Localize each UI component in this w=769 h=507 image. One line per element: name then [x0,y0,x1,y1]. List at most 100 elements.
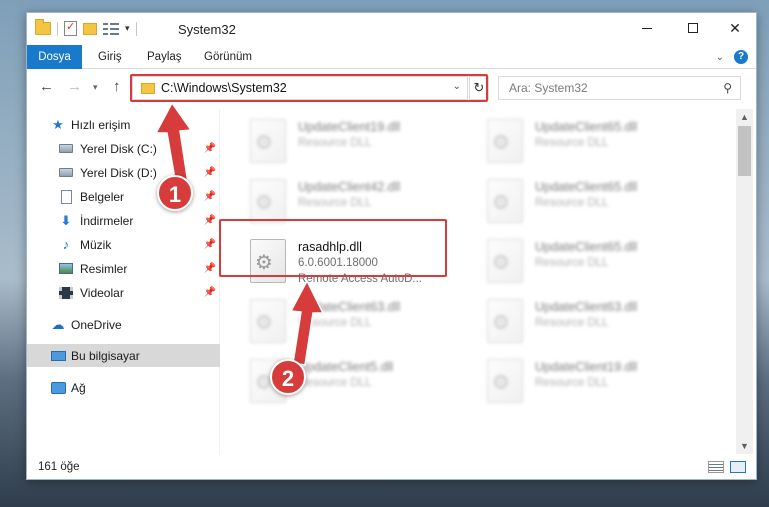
dll-file-icon [487,239,523,283]
tab-file[interactable]: Dosya [27,45,82,69]
ribbon-tabs: Dosya Giriş Paylaş Görünüm ⌄ ? [27,45,756,69]
navigation-bar: ← → ▾ ↑ C:\Windows\System32 ⌄ ↻ ⚲ [27,73,756,103]
scroll-up-icon[interactable]: ▲ [740,112,749,122]
file-item-selected[interactable]: rasadhlp.dll 6.0.6001.18000 Remote Acces… [248,235,478,289]
forward-arrow-icon[interactable]: → [67,78,82,95]
dll-file-icon [250,119,286,163]
file-name: UpdateClient42.dll [298,180,401,194]
back-arrow-icon[interactable]: ← [39,78,54,95]
details-view-icon[interactable] [708,461,724,473]
chevron-down-icon[interactable]: ⌄ [453,81,461,92]
search-icon[interactable]: ⚲ [723,81,732,95]
search-input[interactable] [499,77,699,99]
help-icon[interactable]: ? [734,50,748,64]
sidebar-item-label: OneDrive [71,317,122,332]
file-description: Resource DLL [535,197,609,209]
up-arrow-icon[interactable]: ↑ [113,78,121,95]
pin-icon[interactable]: 📌 [204,191,216,202]
sidebar-item-label: Belgeler [80,189,125,204]
properties-icon[interactable] [64,20,77,36]
address-bar[interactable]: C:\Windows\System32 ⌄ [132,76,468,100]
address-path[interactable]: C:\Windows\System32 [161,81,287,95]
file-name: UpdateClient65.dll [535,240,638,254]
sidebar-item-quick-access[interactable]: ★ Hızlı erişim [27,113,220,136]
file-name: UpdateClient19.dll [535,360,638,374]
file-name: UpdateClient63.dll [535,300,638,314]
file-description: Resource DLL [535,257,609,269]
file-description: Resource DLL [535,317,609,329]
customize-toolbar-icon[interactable]: ▾ [125,23,130,34]
file-description: Resource DLL [298,317,372,329]
tab-home[interactable]: Giriş [86,45,134,69]
scrollbar-thumb[interactable] [738,126,751,176]
pin-icon[interactable]: 📌 [204,239,216,250]
file-name: UpdateClient63.dll [298,300,401,314]
sidebar-item-local-disk-d[interactable]: Yerel Disk (D:) 📌 [27,161,220,184]
sidebar-item-this-pc[interactable]: Bu bilgisayar [27,344,220,367]
close-icon: ✕ [729,19,741,36]
item-count: 161 öğe [38,461,80,473]
sidebar-item-local-disk-c[interactable]: Yerel Disk (C:) 📌 [27,137,220,160]
sidebar-item-network[interactable]: Ağ [27,376,220,399]
sidebar-item-music[interactable]: ♪ Müzik 📌 [27,233,220,256]
navigation-pane: ★ Hızlı erişim Yerel Disk (C:) 📌 Yerel D… [27,109,220,454]
videos-icon [58,286,74,300]
drive-icon [58,166,74,180]
file-name: UpdateClient19.dll [298,120,401,134]
file-item[interactable]: UpdateClient65.dll Resource DLL [485,235,715,289]
maximize-button[interactable] [670,13,716,43]
sidebar-item-downloads[interactable]: ⬇ İndirmeler 📌 [27,209,220,232]
file-item[interactable]: UpdateClient65.dll Resource DLL [485,115,715,169]
minimize-button[interactable] [624,13,670,43]
refresh-icon: ↻ [473,80,485,95]
file-item[interactable]: UpdateClient65.dll Resource DLL [485,175,715,229]
file-item[interactable]: UpdateClient19.dll Resource DLL [485,355,715,409]
ribbon-controls: ⌄ ? [716,50,748,64]
dll-file-icon [487,119,523,163]
recent-locations-icon[interactable]: ▾ [93,82,98,93]
sidebar-item-pictures[interactable]: Resimler 📌 [27,257,220,280]
file-description: Resource DLL [535,137,609,149]
pin-icon[interactable]: 📌 [204,263,216,274]
pin-icon[interactable]: 📌 [204,287,216,298]
file-list: UpdateClient19.dll Resource DLL UpdateCl… [223,109,736,454]
folder-icon [141,83,155,94]
new-folder-icon[interactable] [83,22,97,35]
pin-icon[interactable]: 📌 [204,167,216,178]
dll-file-icon [250,239,286,283]
file-description: Resource DLL [298,197,372,209]
file-version: 6.0.6001.18000 [298,257,378,269]
expand-ribbon-icon[interactable]: ⌄ [716,52,724,63]
computer-icon [50,349,66,363]
status-bar: 161 öğe [27,457,756,479]
sidebar-item-label: Ağ [71,380,86,395]
title-bar: ▾ System32 ✕ [27,13,756,45]
file-name: rasadhlp.dll [298,240,362,254]
step-badge: 2 [270,359,306,395]
pin-icon[interactable]: 📌 [204,143,216,154]
search-box[interactable]: ⚲ [498,76,741,100]
file-item[interactable]: UpdateClient63.dll Resource DLL [248,295,478,349]
file-item[interactable]: UpdateClient63.dll Resource DLL [485,295,715,349]
tab-view[interactable]: Görünüm [192,45,264,69]
refresh-button[interactable]: ↻ [469,76,489,100]
window-title: System32 [178,22,236,37]
sidebar-item-label: İndirmeler [80,213,134,228]
scroll-down-icon[interactable]: ▼ [740,441,749,451]
file-item[interactable]: UpdateClient42.dll Resource DLL [248,175,478,229]
step-badge: 1 [157,175,193,211]
pin-icon[interactable]: 📌 [204,215,216,226]
tab-share[interactable]: Paylaş [135,45,194,69]
minimize-icon [642,27,652,29]
vertical-scrollbar[interactable]: ▲ ▼ [736,109,753,454]
layout-icon[interactable] [103,22,119,35]
close-button[interactable]: ✕ [712,13,758,43]
file-description: Resource DLL [535,377,609,389]
sidebar-item-onedrive[interactable]: ☁ OneDrive [27,313,220,336]
sidebar-item-videos[interactable]: Videolar 📌 [27,281,220,304]
file-item[interactable]: UpdateClient19.dll Resource DLL [248,115,478,169]
file-name: UpdateClient65.dll [535,120,638,134]
file-description: Remote Access AutoD... [298,273,423,285]
download-icon: ⬇ [60,212,72,228]
large-icons-view-icon[interactable] [730,461,746,473]
